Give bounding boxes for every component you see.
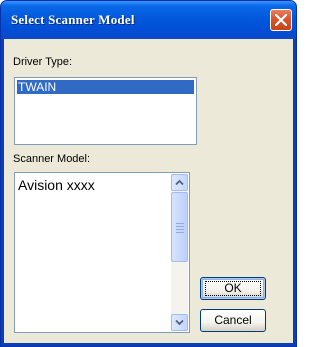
title-bar[interactable]: Select Scanner Model [1, 1, 296, 39]
scanner-model-item[interactable]: Avision xxxx [18, 177, 95, 193]
scroll-up-button[interactable] [171, 174, 188, 191]
cancel-button-label: Cancel [214, 313, 252, 327]
driver-type-list[interactable]: TWAIN [14, 77, 197, 145]
cancel-button[interactable]: Cancel [200, 309, 266, 332]
close-icon [275, 14, 287, 26]
scroll-down-button[interactable] [171, 314, 188, 331]
scanner-model-scrollbar[interactable] [171, 174, 188, 331]
driver-type-label: Driver Type: [13, 56, 73, 68]
chevron-up-icon [175, 179, 184, 186]
scanner-model-list[interactable]: Avision xxxx [14, 172, 190, 333]
ok-button[interactable]: OK [200, 277, 266, 300]
scroll-thumb[interactable] [171, 192, 188, 262]
scanner-model-label: Scanner Model: [13, 153, 91, 165]
driver-type-item-twain[interactable]: TWAIN [17, 80, 194, 94]
close-button[interactable] [270, 9, 292, 31]
dialog-title: Select Scanner Model [11, 12, 135, 27]
focus-indicator [205, 281, 261, 296]
select-scanner-dialog: Select Scanner Model Driver Type: TWAIN … [0, 0, 297, 347]
dialog-body: Driver Type: TWAIN Scanner Model: Avisio… [4, 39, 293, 343]
chevron-down-icon [175, 319, 184, 326]
